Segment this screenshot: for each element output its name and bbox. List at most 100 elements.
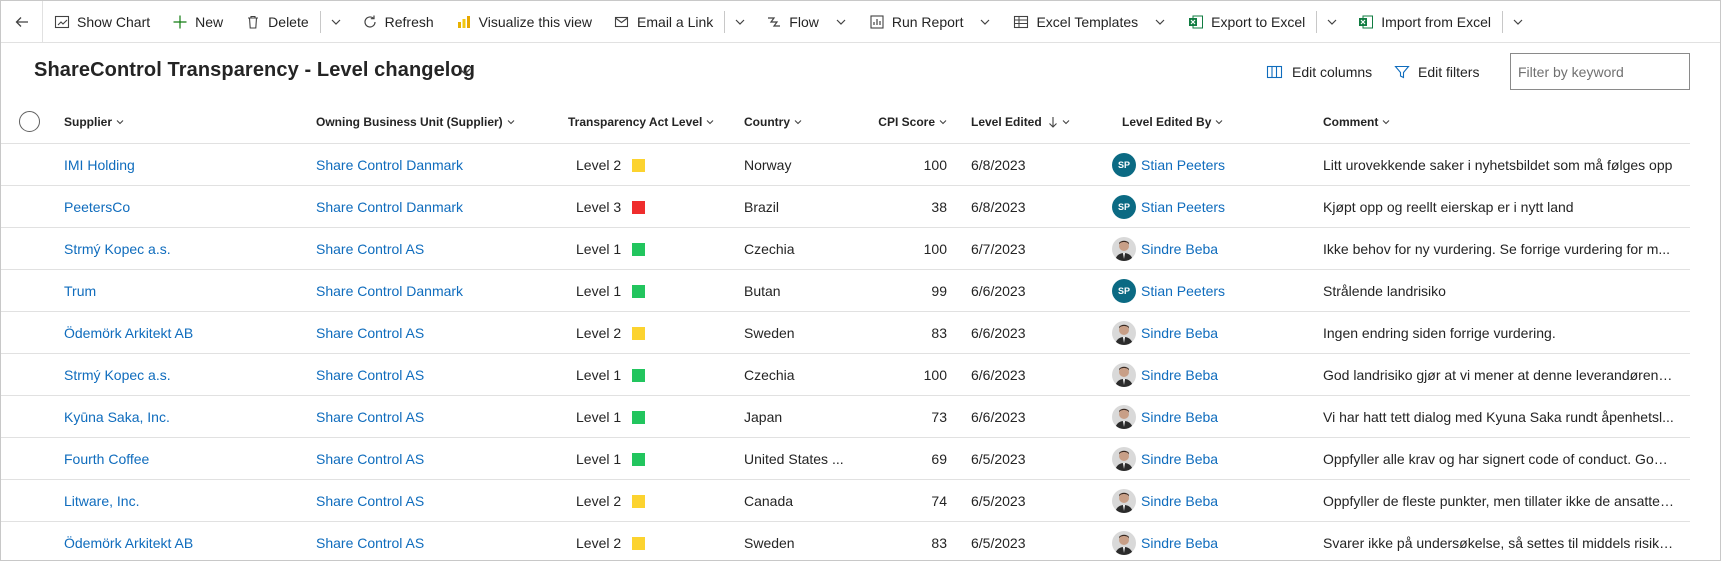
user-link[interactable]: Sindre Beba [1141,493,1218,509]
country-cell: Canada [744,493,794,509]
user-link[interactable]: Stian Peeters [1141,283,1225,299]
back-button[interactable] [1,0,43,43]
excel-templates-button[interactable]: Excel Templates [1002,1,1177,43]
level-color-indicator [632,242,646,256]
delete-more-button[interactable] [321,1,351,43]
view-title[interactable]: ShareControl Transparency - Level change… [34,59,475,82]
edited-by-cell: Sindre Beba [1112,480,1302,522]
user-link[interactable]: Sindre Beba [1141,409,1218,425]
refresh-button[interactable]: Refresh [351,1,445,43]
run-report-button[interactable]: Run Report [858,1,1003,43]
excel-templates-label: Excel Templates [1036,13,1139,30]
app-frame: Show Chart New Delete Refresh Visualize … [0,0,1721,561]
supplier-link[interactable]: IMI Holding [64,144,304,186]
column-header-level-edited-by[interactable]: Level Edited By [1122,101,1223,143]
avatar [1112,237,1136,261]
comment-text: Svarer ikke på undersøkelse, så settes t… [1323,535,1675,551]
business-unit-link[interactable]: Share Control AS [316,354,556,396]
table-row[interactable]: Trum Share Control Danmark Level 1 Butan… [1,269,1690,311]
supplier-link[interactable]: Fourth Coffee [64,438,304,480]
level-cell: Level 1 [576,270,736,312]
level-label: Level 2 [576,493,622,509]
excel-icon [1359,15,1374,28]
person-photo-icon [1115,324,1133,345]
email-link-button[interactable]: Email a Link [603,1,724,43]
user-link[interactable]: Sindre Beba [1141,451,1218,467]
level-edited-cell: 6/6/2023 [971,409,1026,425]
comment-cell: Strålende landrisiko [1323,270,1675,312]
chevron-down-icon [836,19,846,25]
email-more-button[interactable] [725,1,755,43]
show-chart-button[interactable]: Show Chart [43,1,161,43]
edit-columns-icon [1266,65,1283,79]
table-row[interactable]: Ödemörk Arkitekt AB Share Control AS Lev… [1,521,1690,561]
select-all-checkbox[interactable] [19,111,40,132]
filter-by-keyword-input[interactable] [1510,53,1690,90]
level-cell: Level 3 [576,186,736,228]
view-selector-button[interactable] [457,63,473,82]
supplier-link[interactable]: PeetersCo [64,186,304,228]
import-excel-button[interactable]: Import from Excel [1347,1,1502,43]
supplier-link[interactable]: Strmý Kopec a.s. [64,354,304,396]
business-unit-link[interactable]: Share Control AS [316,480,556,522]
business-unit-link[interactable]: Share Control AS [316,438,556,480]
table-row[interactable]: Kyūna Saka, Inc. Share Control AS Level … [1,395,1690,437]
business-unit-link[interactable]: Share Control Danmark [316,270,556,312]
cpi-score-cell: 100 [923,157,947,173]
flow-button[interactable]: Flow [755,1,858,43]
country-cell: Czechia [744,367,795,383]
user-link[interactable]: Sindre Beba [1141,535,1218,551]
user-link[interactable]: Sindre Beba [1141,325,1218,341]
supplier-link[interactable]: Trum [64,270,304,312]
excel-icon [1189,15,1204,28]
column-header-transparency-level[interactable]: Transparency Act Level [568,101,714,143]
supplier-link[interactable]: Ödemörk Arkitekt AB [64,522,304,561]
export-excel-button[interactable]: Export to Excel [1177,1,1316,43]
supplier-link[interactable]: Kyūna Saka, Inc. [64,396,304,438]
supplier-link[interactable]: Ödemörk Arkitekt AB [64,312,304,354]
column-header-owning-business-unit[interactable]: Owning Business Unit (Supplier) [316,101,515,143]
column-header-supplier[interactable]: Supplier [64,101,124,143]
table-row[interactable]: Fourth Coffee Share Control AS Level 1 U… [1,437,1690,479]
chevron-down-icon [1215,120,1223,125]
level-label: Level 2 [576,535,622,551]
column-header-cpi-score[interactable]: CPI Score [861,101,947,143]
user-link[interactable]: Sindre Beba [1141,367,1218,383]
export-more-button[interactable] [1317,1,1347,43]
user-link[interactable]: Sindre Beba [1141,241,1218,257]
column-header-country[interactable]: Country [744,101,802,143]
import-more-button[interactable] [1503,1,1533,43]
trash-icon [248,15,259,29]
business-unit-link[interactable]: Share Control AS [316,522,556,561]
avatar [1112,405,1136,429]
visualize-button[interactable]: Visualize this view [445,1,603,43]
table-row[interactable]: Strmý Kopec a.s. Share Control AS Level … [1,227,1690,269]
table-row[interactable]: Litware, Inc. Share Control AS Level 2 C… [1,479,1690,521]
column-header-level-edited[interactable]: Level Edited [971,101,1070,143]
delete-button[interactable]: Delete [234,1,319,43]
table-row[interactable]: Strmý Kopec a.s. Share Control AS Level … [1,353,1690,395]
avatar: SP [1112,195,1136,219]
table-row[interactable]: Ödemörk Arkitekt AB Share Control AS Lev… [1,311,1690,353]
business-unit-link[interactable]: Share Control AS [316,228,556,270]
table-row[interactable]: IMI Holding Share Control Danmark Level … [1,143,1690,185]
business-unit-link[interactable]: Share Control Danmark [316,144,556,186]
comment-text: Ikke behov for ny vurdering. Se forrige … [1323,241,1671,257]
user-link[interactable]: Stian Peeters [1141,199,1225,215]
sort-descending-icon [1048,117,1057,128]
new-button[interactable]: New [161,1,234,43]
column-header-comment[interactable]: Comment [1323,101,1390,143]
business-unit-link[interactable]: Share Control AS [316,312,556,354]
user-link[interactable]: Stian Peeters [1141,157,1225,173]
business-unit-link[interactable]: Share Control Danmark [316,186,556,228]
supplier-link[interactable]: Strmý Kopec a.s. [64,228,304,270]
table-row[interactable]: PeetersCo Share Control Danmark Level 3 … [1,185,1690,227]
business-unit-link[interactable]: Share Control AS [316,396,556,438]
edit-filters-button[interactable]: Edit filters [1394,59,1479,85]
level-cell: Level 2 [576,312,736,354]
supplier-link[interactable]: Litware, Inc. [64,480,304,522]
level-edited-cell: 6/8/2023 [971,157,1026,173]
level-edited-cell: 6/5/2023 [971,451,1026,467]
level-cell: Level 1 [576,354,736,396]
edit-columns-button[interactable]: Edit columns [1266,59,1372,85]
